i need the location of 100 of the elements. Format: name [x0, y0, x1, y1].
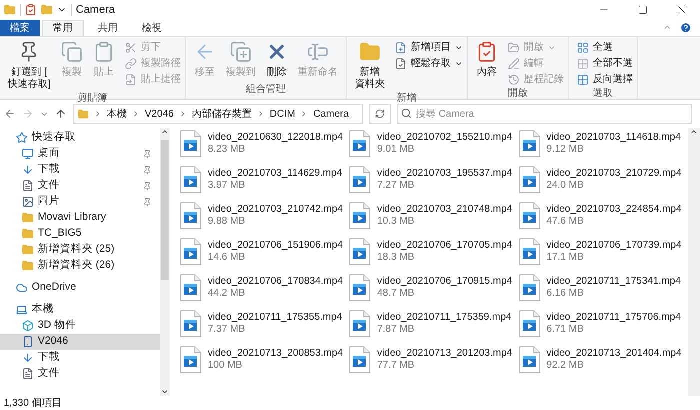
ribbon-button[interactable]: 輕鬆存取 [394, 57, 463, 70]
scroll-up-icon[interactable] [161, 128, 169, 136]
ribbon-button[interactable]: 新增 資料夾 [350, 41, 389, 91]
file-item[interactable]: video_20210711_175341.mp4 6.16 MB [518, 274, 688, 302]
folder-icon [78, 108, 89, 120]
video-file-icon [180, 166, 202, 194]
breadcrumb[interactable]: DCIM [270, 106, 296, 122]
ribbon-button[interactable]: 反向選擇 [576, 73, 633, 86]
pin-icon [143, 166, 152, 174]
breadcrumb[interactable]: Camera [313, 106, 350, 122]
file-size: 14.6 MB [208, 252, 246, 264]
shortcut-icon [124, 74, 137, 86]
nav-item[interactable]: OneDrive [0, 280, 160, 296]
nav-item[interactable]: 3D 物件 [0, 318, 160, 334]
file-name: video_20210703_224854.mp4 [546, 204, 682, 216]
nav-item[interactable]: 文件 [0, 178, 160, 194]
video-file-icon [518, 238, 541, 266]
refresh-icon[interactable] [375, 109, 385, 119]
file-name: video_20210711_175341.mp4 [546, 276, 682, 288]
folder-icon [22, 228, 34, 240]
file-item[interactable]: video_20210703_195537.mp4 7.27 MB [349, 166, 519, 194]
up-icon[interactable] [55, 108, 67, 120]
picture-icon [22, 196, 34, 208]
breadcrumb[interactable]: 本機 [107, 106, 127, 122]
nav-item[interactable]: 下載 [0, 162, 160, 178]
grid-icon [576, 42, 589, 54]
file-size: 10.3 MB [377, 216, 416, 228]
cloud-icon [16, 282, 28, 294]
clock-icon [508, 74, 520, 86]
cube-icon [22, 320, 34, 332]
ribbon-button[interactable]: 全選 [576, 41, 633, 54]
ribbon-button[interactable]: 內容 [472, 41, 502, 79]
file-item[interactable]: video_20210706_170915.mp4 48.7 MB [349, 274, 519, 302]
breadcrumb[interactable]: V2046 [145, 106, 174, 122]
file-item[interactable]: video_20210703_210729.mp4 24.0 MB [518, 166, 688, 194]
ribbon-tab[interactable]: 檔案 [0, 20, 40, 36]
file-name: video_20210711_175355.mp4 [208, 312, 342, 324]
properties-icon[interactable] [25, 4, 37, 16]
video-file-icon [180, 346, 202, 374]
video-file-icon [180, 202, 202, 230]
file-item[interactable]: video_20210713_201404.mp4 92.2 MB [518, 346, 688, 374]
ribbon-button[interactable]: 全部不選 [576, 57, 633, 70]
ribbon-tab[interactable]: 共用 [88, 20, 128, 36]
scrollbar[interactable] [160, 128, 170, 396]
file-name: video_20210706_170739.mp4 [546, 240, 682, 252]
file-size: 17.1 MB [546, 252, 585, 264]
back-icon[interactable] [4, 108, 16, 120]
scroll-up-icon[interactable] [690, 128, 698, 136]
ribbon-button[interactable]: 刪除 [262, 41, 292, 79]
file-item[interactable]: video_20210630_122018.mp4 8.23 MB [180, 130, 350, 158]
file-item[interactable]: video_20210713_201203.mp4 77.7 MB [349, 346, 519, 374]
group-label: 選取 [592, 87, 613, 101]
status-text: 1,330 個項目 [4, 396, 62, 410]
file-item[interactable]: video_20210711_175706.mp4 6.71 MB [518, 310, 688, 338]
scrollbar[interactable] [688, 128, 700, 396]
nav-item[interactable]: 圖片 [0, 194, 160, 210]
file-item[interactable]: video_20210703_210742.mp4 9.88 MB [180, 202, 350, 230]
file-item[interactable]: video_20210711_175355.mp4 7.37 MB [180, 310, 350, 338]
ribbon-button[interactable]: 釘選到 [ 快速存取] [4, 41, 55, 91]
nav-item[interactable]: 桌面 [0, 146, 160, 162]
file-item[interactable]: video_20210706_170705.mp4 18.3 MB [349, 238, 519, 266]
nav-item[interactable]: V2046 [0, 334, 160, 350]
ribbon-button[interactable]: 新增項目 [394, 41, 463, 54]
nav-item[interactable]: 新增資料夾 (25) [0, 242, 160, 258]
file-item[interactable]: video_20210706_170739.mp4 17.1 MB [518, 238, 688, 266]
nav-item[interactable]: 本機 [0, 302, 160, 318]
scissors-icon [124, 42, 137, 54]
file-item[interactable]: video_20210706_151906.mp4 14.6 MB [180, 238, 350, 266]
video-file-icon [349, 310, 372, 338]
file-name: video_20210711_175706.mp4 [546, 312, 682, 324]
nav-item[interactable]: 下載 [0, 350, 160, 366]
ribbon-tab[interactable]: 常用 [42, 20, 84, 36]
file-item[interactable]: video_20210713_200853.mp4 100 MB [180, 346, 350, 374]
close-icon[interactable] [676, 4, 688, 16]
file-name: video_20210706_170915.mp4 [377, 276, 512, 288]
nav-item[interactable]: 新增資料夾 (26) [0, 258, 160, 274]
document-icon [22, 180, 34, 192]
help-icon[interactable] [680, 22, 692, 34]
nav-item[interactable]: 快速存取 [0, 130, 160, 146]
phone-icon [22, 336, 34, 348]
ribbon-tab[interactable]: 檢視 [132, 20, 172, 36]
file-item[interactable]: video_20210711_175359.mp4 7.87 MB [349, 310, 519, 338]
scroll-down-icon[interactable] [161, 388, 169, 396]
file-item[interactable]: video_20210703_114629.mp4 3.97 MB [180, 166, 350, 194]
address-bar[interactable]: 本機 V2046 內部儲存裝置 DCIM Camera [73, 104, 363, 124]
nav-item[interactable]: Movavi Library [0, 210, 160, 226]
file-item[interactable]: video_20210703_224854.mp4 47.6 MB [518, 202, 688, 230]
file-size: 7.87 MB [377, 324, 416, 336]
nav-item[interactable]: 文件 [0, 366, 160, 382]
file-size: 3.97 MB [208, 180, 246, 192]
window-title: Camera [76, 2, 116, 18]
nav-item[interactable]: TC_BIG5 [0, 226, 160, 242]
maximize-icon[interactable] [638, 5, 648, 15]
file-item[interactable]: video_20210703_114618.mp4 9.12 MB [518, 130, 688, 158]
file-item[interactable]: video_20210706_170834.mp4 44.2 MB [180, 274, 350, 302]
file-item[interactable]: video_20210703_210748.mp4 10.3 MB [349, 202, 519, 230]
file-item[interactable]: video_20210702_155210.mp4 9.01 MB [349, 130, 519, 158]
search-field[interactable]: 搜尋 Camera [397, 104, 692, 124]
collapse-icon[interactable] [663, 23, 672, 32]
breadcrumb[interactable]: 內部儲存裝置 [192, 106, 252, 122]
